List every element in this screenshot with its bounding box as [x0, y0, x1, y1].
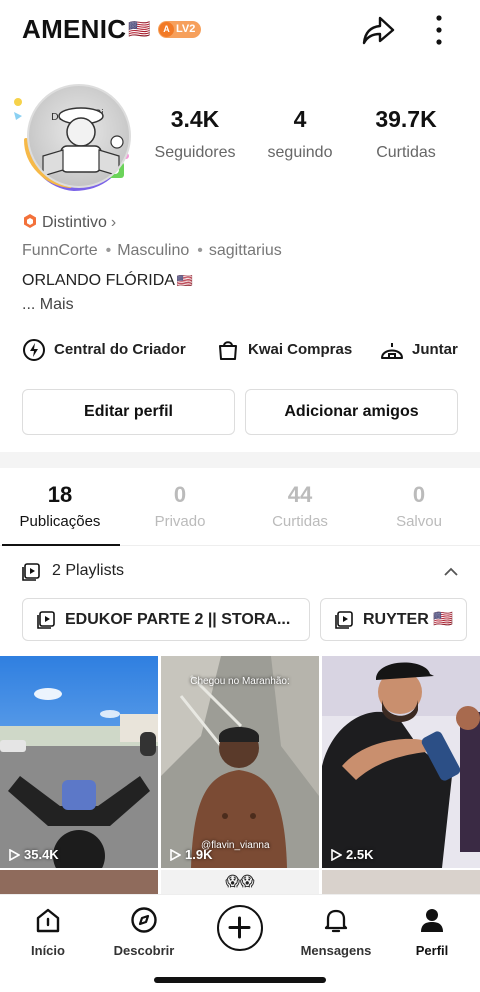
man-thumbnail-image [161, 656, 319, 868]
video-thumbnail[interactable] [322, 870, 480, 894]
username: AMENIC 🇺🇸 [22, 14, 152, 44]
avatar-container[interactable]: DIR Bi [10, 82, 136, 192]
likes-stat[interactable]: 39.7K Curtidas [351, 106, 461, 162]
bottom-navigation: Início Descobrir Mensagens Perfil [0, 894, 480, 992]
lightning-icon [23, 339, 45, 361]
playlist-chips: EDUKOF PARTE 2 || STORA... RUYTER 🇺🇸 [0, 598, 480, 642]
home-icon [36, 908, 60, 933]
share-button[interactable] [360, 12, 396, 48]
more-options-button[interactable] [424, 12, 454, 48]
nav-inicio[interactable]: Início [3, 905, 93, 958]
video-thumbnail[interactable]: 2.5K [322, 656, 480, 868]
tab-salvou[interactable]: 0 Salvou [359, 482, 479, 530]
bio-more-link[interactable]: ... Mais [22, 296, 74, 314]
tag: FunnCorte [22, 242, 98, 259]
compass-icon [131, 907, 157, 933]
tab-privado[interactable]: 0 Privado [120, 482, 240, 530]
tag: Masculino [117, 242, 190, 259]
section-divider [0, 452, 480, 468]
nav-perfil[interactable]: Perfil [387, 905, 477, 958]
create-post-button[interactable] [217, 905, 263, 951]
level-badge[interactable]: A LV2 [158, 21, 202, 38]
motorcycle-thumbnail-image [0, 656, 158, 868]
video-grid: 35.4K Chegou no Maranhão: @flavin_vianna… [0, 656, 480, 896]
chevron-right-icon: › [110, 214, 117, 231]
tag: sagittarius [208, 242, 282, 259]
more-vertical-icon [436, 15, 442, 45]
avatar: DIR Bi [27, 84, 131, 188]
share-icon [362, 16, 395, 45]
profile-header: AMENIC 🇺🇸 A LV2 [0, 0, 480, 60]
bell-icon [324, 909, 348, 933]
creator-center-link[interactable]: Central do Criador [22, 336, 186, 364]
join-link[interactable]: Juntar [380, 336, 458, 364]
playlist-icon [22, 563, 40, 581]
shopping-bag-icon [219, 341, 237, 360]
bio-location: ORLANDO FLÓRIDA 🇺🇸 [22, 272, 194, 289]
video-thumbnail[interactable]: 😱😱 [161, 870, 319, 894]
add-friends-button[interactable]: Adicionar amigos [245, 389, 458, 435]
nav-descobrir[interactable]: Descobrir [99, 905, 189, 958]
video-thumbnail[interactable]: Chegou no Maranhão: @flavin_vianna 1.9K [161, 656, 319, 868]
content-tabs: 18 Publicações 0 Privado 44 Curtidas 0 S… [0, 468, 480, 546]
video-thumbnail[interactable] [0, 870, 158, 894]
video-watermark: @flavin_vianna [201, 840, 270, 851]
dome-icon [381, 343, 403, 359]
level-icon: A [159, 22, 174, 37]
playlist-icon [335, 611, 353, 629]
playlist-chip[interactable]: EDUKOF PARTE 2 || STORA... [22, 598, 310, 641]
play-icon [170, 848, 182, 862]
profile-tags: FunnCorte • Masculino • sagittarius [22, 242, 282, 259]
hexagon-badge-icon [24, 214, 36, 228]
us-flag-icon: 🇺🇸 [128, 19, 152, 39]
badge-link[interactable]: Distintivo › [22, 213, 116, 232]
home-indicator [154, 977, 326, 983]
playlist-icon [37, 611, 55, 629]
play-icon [9, 848, 21, 862]
quick-links: Central do Criador Kwai Compras Juntar [0, 336, 480, 364]
playlist-chip[interactable]: RUYTER 🇺🇸 [320, 598, 467, 641]
view-count: 1.9K [169, 847, 212, 862]
profile-stats: 3.4K Seguidores 4 seguindo 39.7K Curtida… [140, 106, 480, 168]
following-stat[interactable]: 4 seguindo [245, 106, 355, 162]
tab-publicacoes[interactable]: 18 Publicações [0, 482, 120, 530]
us-flag-icon: 🇺🇸 [176, 273, 194, 288]
person-icon [421, 909, 443, 932]
active-tab-indicator [2, 544, 120, 546]
nav-mensagens[interactable]: Mensagens [291, 905, 381, 958]
tab-curtidas[interactable]: 44 Curtidas [240, 482, 360, 530]
kwai-shop-link[interactable]: Kwai Compras [216, 336, 352, 364]
edit-profile-button[interactable]: Editar perfil [22, 389, 235, 435]
video-thumbnail[interactable]: 35.4K [0, 656, 158, 868]
plus-icon [228, 916, 251, 939]
man-with-cap-thumbnail-image [322, 656, 480, 868]
playlists-header[interactable]: 2 Playlists [0, 558, 480, 586]
followers-stat[interactable]: 3.4K Seguidores [140, 106, 250, 162]
view-count: 35.4K [8, 847, 59, 862]
play-icon [331, 848, 343, 862]
chevron-up-icon[interactable] [443, 564, 459, 580]
video-caption: Chegou no Maranhão: [190, 676, 290, 687]
view-count: 2.5K [330, 847, 373, 862]
